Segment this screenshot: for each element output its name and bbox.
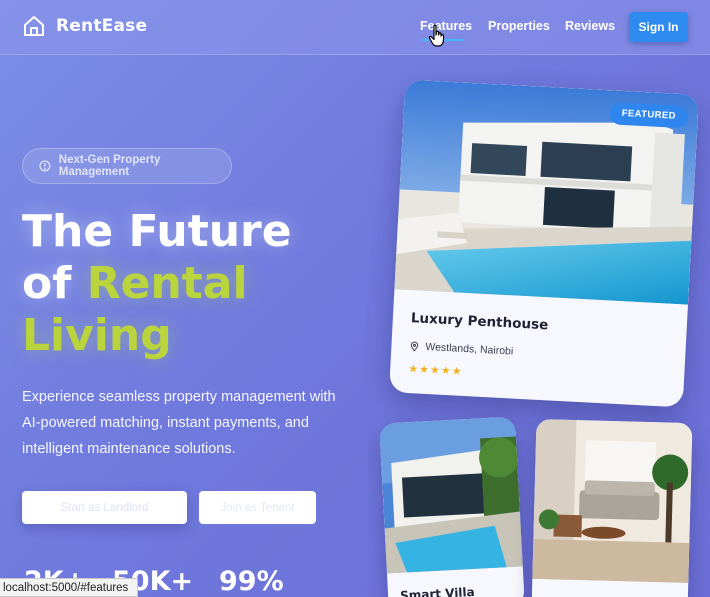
property-title: Luxury Penthouse <box>410 310 549 334</box>
property-title-small: Smart Villa <box>399 584 476 597</box>
featured-property-card[interactable]: FEATURED Luxury Penthouse Westlands, Nai… <box>389 79 699 408</box>
living-room-image <box>532 418 693 584</box>
status-bar-url: localhost:5000/#features <box>0 578 138 597</box>
location-pin-icon <box>410 341 419 352</box>
headline-highlight-living: Living <box>22 310 172 361</box>
tagline-text: Next-Gen Property Management <box>58 154 161 178</box>
navbar: RentEase Features Properties Reviews Sig… <box>0 0 710 55</box>
sign-in-button[interactable]: Sign In <box>629 12 688 42</box>
featured-badge: FEATURED <box>609 102 689 129</box>
property-card-villa[interactable]: Smart Villa <box>379 416 525 597</box>
hero-headline: The Future of Rental Living <box>22 206 382 362</box>
brand[interactable]: RentEase <box>22 14 147 38</box>
headline-of: of <box>22 258 87 309</box>
start-as-landlord-button[interactable]: Start as Landlord <box>22 491 187 524</box>
rating-stars: ★★★★★ <box>407 363 463 378</box>
headline-line-1: The Future <box>22 206 292 257</box>
tagline-pill: Next-Gen Property Management <box>22 148 232 184</box>
property-location: Westlands, Nairobi <box>409 340 514 358</box>
info-icon <box>39 160 51 172</box>
property-card-interior[interactable] <box>531 418 693 597</box>
join-as-tenant-button[interactable]: Join as Tenant <box>199 491 316 524</box>
nav-link-reviews[interactable]: Reviews <box>565 19 615 33</box>
hand-cursor-icon <box>428 24 445 47</box>
headline-highlight-rental: Rental <box>86 258 248 309</box>
home-icon <box>24 16 44 36</box>
location-text: Westlands, Nairobi <box>425 340 514 358</box>
modern-villa-image <box>379 416 523 574</box>
hero-subtext: Experience seamless property management … <box>22 389 336 457</box>
nav-link-properties[interactable]: Properties <box>488 19 550 33</box>
brand-name: RentEase <box>56 16 148 36</box>
stat-satisfaction: 99% <box>219 566 284 597</box>
